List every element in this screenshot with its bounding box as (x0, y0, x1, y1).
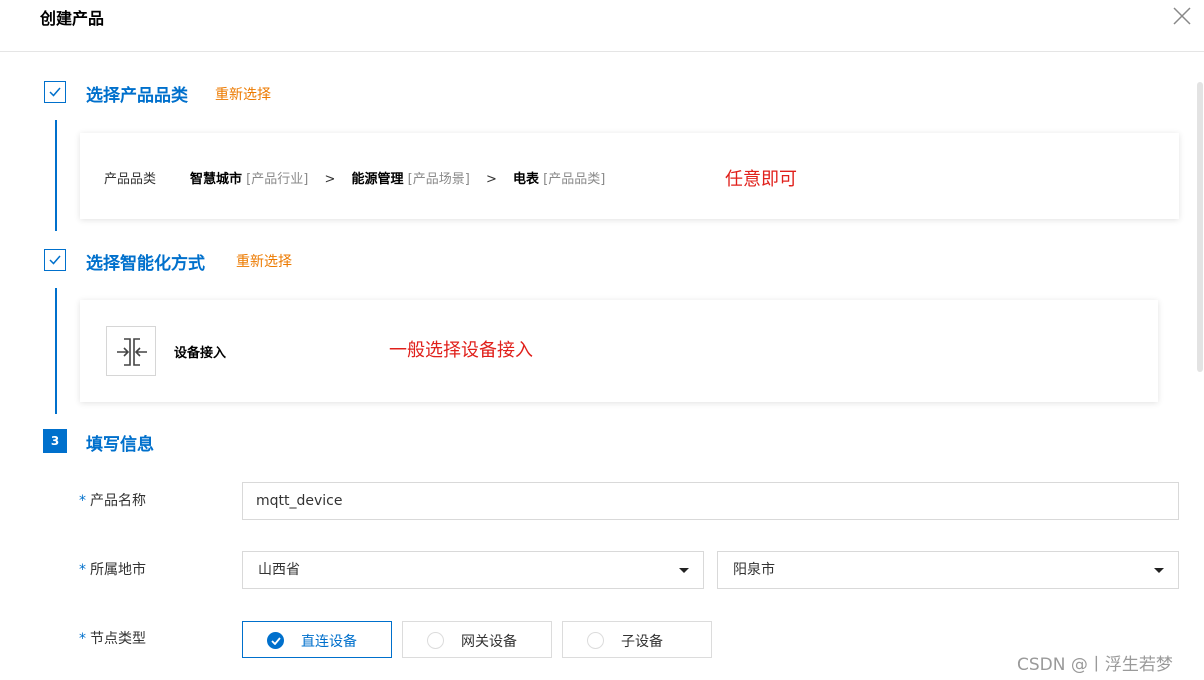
category-industry-tag: [产品行业] (246, 172, 309, 187)
category-scene-tag: [产品场景] (407, 172, 470, 187)
required-mark: * (79, 631, 86, 647)
scrollbar-thumb[interactable] (1197, 82, 1203, 372)
device-access-icon (106, 326, 156, 376)
node-type-option-direct[interactable]: 直连设备 (242, 621, 392, 658)
city-value: 阳泉市 (733, 562, 775, 578)
category-path: 智慧城市 [产品行业] > 能源管理 [产品场景] > 电表 [产品品类] (190, 168, 605, 187)
step1-reselect-link[interactable]: 重新选择 (215, 84, 271, 104)
province-value: 山西省 (258, 562, 300, 578)
method-card (80, 300, 1158, 402)
category-product: 电表 (513, 172, 540, 187)
step3-title: 填写信息 (86, 435, 154, 455)
category-product-tag: [产品品类] (543, 172, 606, 187)
category-industry: 智慧城市 (190, 172, 243, 187)
node-type-option-label: 网关设备 (461, 634, 517, 650)
required-mark: * (79, 493, 86, 509)
product-name-label: * 产品名称 (79, 493, 146, 509)
radio-checked-icon (267, 632, 284, 649)
chevron-down-icon (1154, 568, 1164, 573)
category-separator: > (485, 172, 497, 187)
category-label: 产品品类 (104, 172, 157, 187)
step2-title: 选择智能化方式 (86, 254, 205, 274)
watermark: CSDN @丨浮生若梦 (1017, 655, 1173, 675)
required-mark: * (79, 562, 86, 578)
radio-unchecked-icon (427, 632, 444, 649)
node-type-option-label: 子设备 (621, 634, 663, 650)
radio-unchecked-icon (587, 632, 604, 649)
step3-number: 3 (43, 429, 67, 453)
city-label: * 所属地市 (79, 562, 146, 578)
category-scene: 能源管理 (351, 172, 404, 187)
dialog-title: 创建产品 (40, 9, 105, 28)
step2-check-icon (44, 249, 66, 271)
node-type-option-sub[interactable]: 子设备 (562, 621, 712, 658)
category-separator: > (324, 172, 336, 187)
dialog-header: 创建产品 (0, 0, 1204, 52)
method-label: 设备接入 (174, 346, 227, 361)
step1-title: 选择产品品类 (86, 86, 188, 106)
step1-check-icon (44, 81, 66, 103)
city-select[interactable]: 阳泉市 (717, 551, 1179, 589)
chevron-down-icon (679, 568, 689, 573)
product-name-input[interactable]: mqtt_device (242, 482, 1179, 520)
step1-connector (55, 120, 57, 231)
step2-reselect-link[interactable]: 重新选择 (236, 251, 292, 271)
province-select[interactable]: 山西省 (242, 551, 704, 589)
node-type-label: * 节点类型 (79, 631, 146, 647)
node-type-option-gateway[interactable]: 网关设备 (402, 621, 552, 658)
annotation-category: 任意即可 (725, 169, 797, 190)
node-type-option-label: 直连设备 (301, 634, 357, 650)
annotation-method: 一般选择设备接入 (389, 340, 533, 361)
step2-connector (55, 288, 57, 414)
close-icon[interactable] (1172, 6, 1192, 26)
